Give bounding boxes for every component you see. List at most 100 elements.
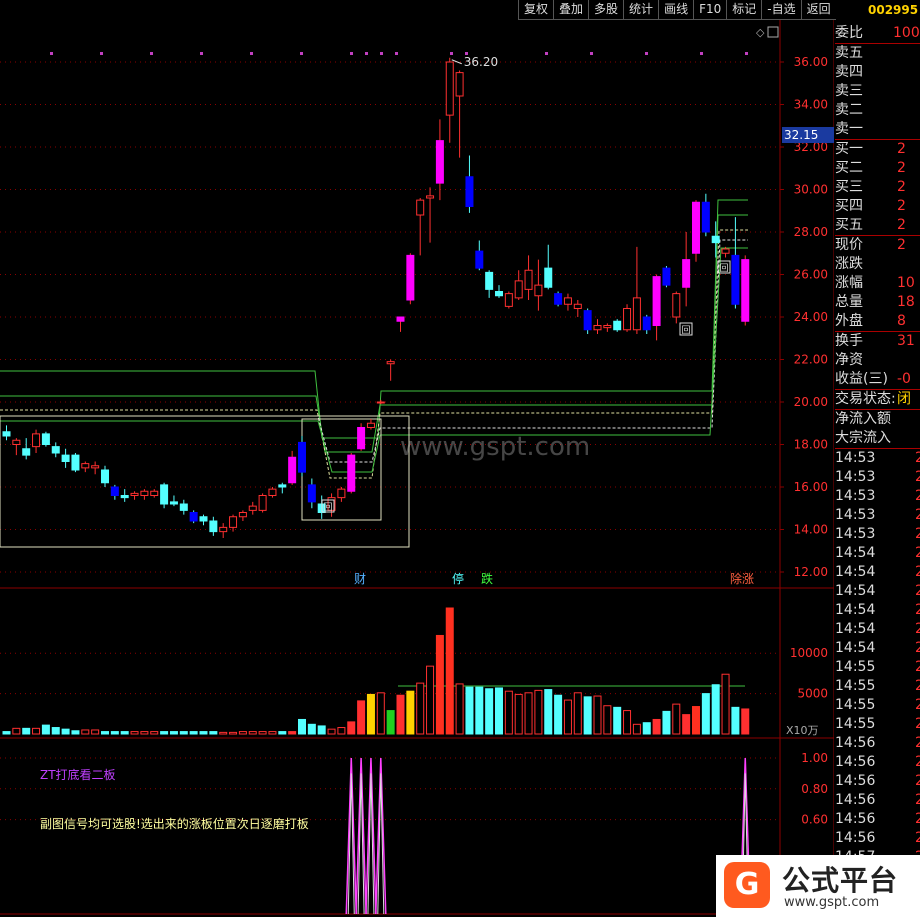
candle-body [169, 501, 178, 505]
toolbar-button[interactable]: 标记 [726, 0, 762, 20]
reminder-label: 回 [681, 325, 690, 336]
volume-bar [426, 665, 435, 735]
logo-name: 公式平台 [782, 864, 899, 897]
volume-bar [642, 722, 651, 735]
candle-body [554, 293, 563, 305]
tick-row-value: 2 [915, 735, 920, 751]
stat-field-label: 收益(三) [835, 371, 888, 387]
volume-bar [91, 729, 100, 735]
volume-bar [455, 683, 464, 735]
diamond-icon: ◇ [756, 26, 765, 39]
volume-bar [465, 686, 474, 735]
candle-body [623, 308, 632, 331]
signal-dot [250, 52, 253, 55]
toolbar-button[interactable]: F10 [693, 0, 727, 20]
candle-body [544, 267, 553, 288]
candle-body [32, 433, 41, 448]
toolbar-button[interactable]: 画线 [658, 0, 694, 20]
candle-body [682, 259, 691, 288]
volume-bar [613, 706, 622, 735]
signal-dot [645, 52, 648, 55]
signal-dot [150, 52, 153, 55]
tick-row-label: 14:54 [835, 621, 876, 637]
volume-bar [495, 687, 503, 735]
volume-bar [721, 673, 730, 735]
candle-body [12, 439, 21, 445]
ask-level: 卖四 [835, 63, 920, 82]
volume-bar [130, 731, 139, 735]
flow-field-label: 净流入额 [835, 411, 891, 427]
toolbar-button[interactable]: 返回 [800, 0, 836, 20]
volume-bar [534, 689, 543, 735]
volume-bar [544, 689, 553, 735]
candle-body [701, 201, 710, 233]
signal-dot [350, 52, 353, 55]
candle-body [465, 176, 474, 207]
volume-bar [150, 731, 159, 735]
volume-bar [692, 706, 700, 735]
tick-row-value: 2 [915, 792, 920, 808]
volume-bar [298, 718, 306, 735]
kline-chart[interactable]: 36.0034.0032.0030.0028.0026.0024.0022.00… [0, 20, 834, 917]
toolbar-button[interactable]: -自选 [761, 0, 801, 20]
tick-row-label: 14:53 [835, 488, 876, 504]
stat-field-value: 31 [897, 333, 915, 349]
candle-body [337, 488, 346, 499]
tick-row: 14:54 2 [835, 563, 920, 582]
ask-level: 卖三 [835, 82, 920, 101]
candle-body [347, 454, 356, 492]
tick-row-label: 14:53 [835, 469, 876, 485]
indicator-title: ZT打底看二板 [40, 767, 116, 782]
volume-bar [731, 706, 740, 735]
toolbar-button[interactable]: 统计 [623, 0, 659, 20]
bid-level: 买五 2 [835, 216, 920, 235]
toolbar-button[interactable]: 复权 [518, 0, 554, 20]
order-ratio-label: 委比 [835, 25, 863, 41]
candle-body [160, 484, 169, 505]
event-marker: 除涨 [730, 571, 754, 586]
bid-level-value: 2 [897, 141, 906, 157]
bid-level-label: 买二 [835, 160, 863, 176]
tick-row-label: 14:54 [835, 583, 876, 599]
trade-state: 交易状态: 闭 [835, 390, 920, 409]
reminder-label: 回 [719, 263, 728, 274]
volume-bar [22, 727, 31, 735]
candle-body [741, 259, 750, 322]
tick-row-value: 2 [915, 545, 920, 561]
candle-body [41, 433, 50, 445]
quote-field-value: 10 [897, 275, 915, 291]
y-tick-label: 34.00 [794, 98, 828, 112]
tick-row: 14:56 2 [835, 810, 920, 829]
tick-row-value: 2 [915, 773, 920, 789]
stat-field-label: 换手 [835, 333, 863, 349]
signal-dot [100, 52, 103, 55]
toolbar-button[interactable]: 多股 [588, 0, 624, 20]
volume-bar [288, 731, 297, 735]
toolbar-button[interactable]: 叠加 [553, 0, 589, 20]
indicator-tick-label: 0.80 [801, 782, 828, 796]
ask-level: 卖二 [835, 101, 920, 120]
candle-body [101, 469, 109, 484]
candle-body [278, 484, 287, 488]
quote-field-value: 2 [897, 237, 906, 253]
candle-body [593, 325, 602, 331]
signal-dot [300, 52, 303, 55]
signal-dot [450, 52, 453, 55]
ask-level-label: 卖三 [835, 83, 863, 99]
stat-field-label: 净资 [835, 352, 863, 368]
y-tick-label: 18.00 [794, 438, 828, 452]
tick-row: 14:56 2 [835, 753, 920, 772]
order-ratio-value: 100 [893, 25, 920, 41]
candle-body [613, 320, 622, 331]
y-tick-label: 14.00 [794, 523, 828, 537]
candle-body [435, 140, 444, 184]
tick-row: 14:55 2 [835, 677, 920, 696]
bid-level-label: 买三 [835, 179, 863, 195]
candle-body [219, 526, 228, 533]
candle-body [61, 454, 70, 462]
candle-body [91, 465, 100, 469]
tick-row-value: 2 [915, 450, 920, 466]
tick-row-value: 2 [915, 621, 920, 637]
tick-row-value: 2 [915, 640, 920, 656]
tick-row-value: 2 [915, 469, 920, 485]
